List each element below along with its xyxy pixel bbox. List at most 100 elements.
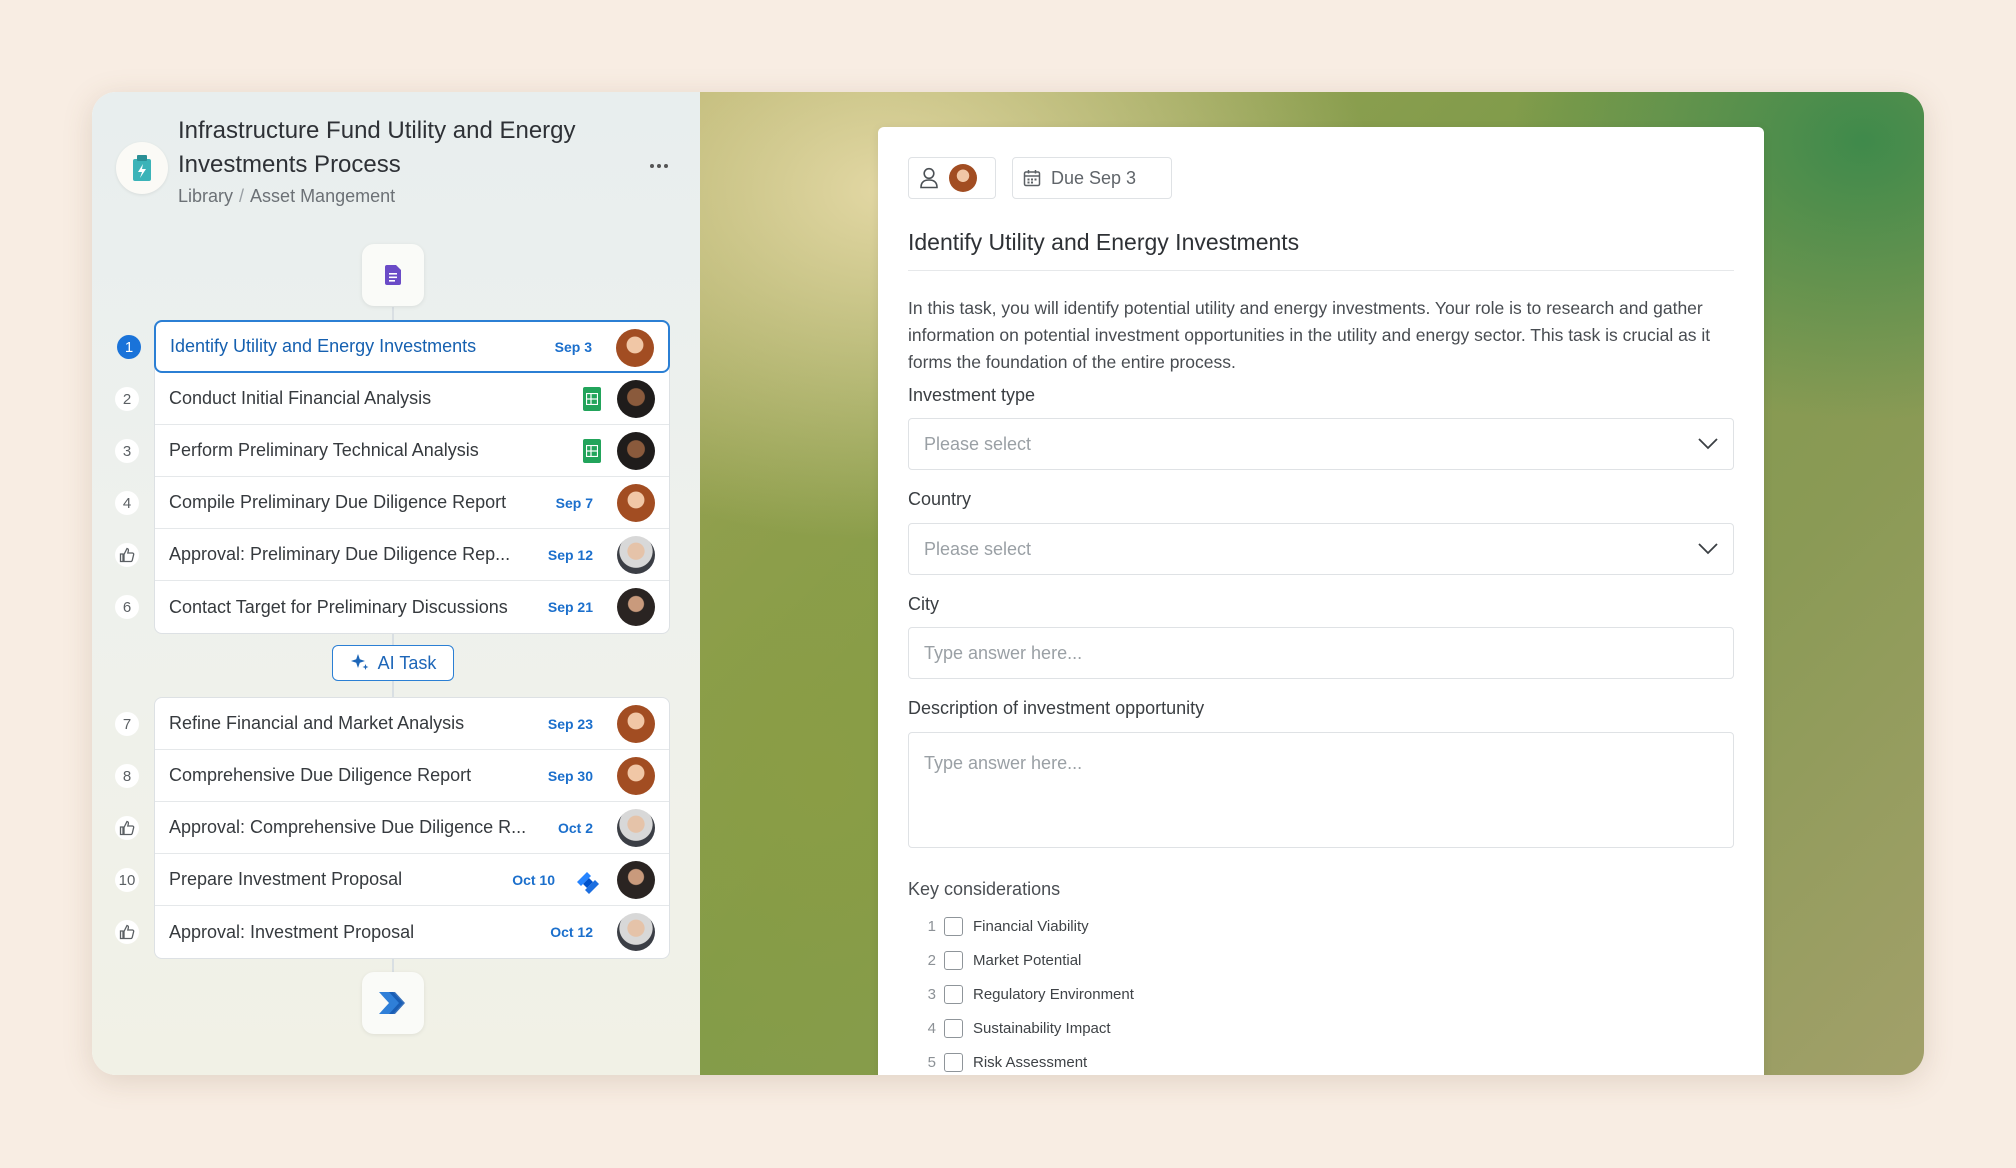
process-panel: Infrastructure Fund Utility and Energy I… — [92, 92, 700, 1075]
consideration-checkbox[interactable] — [944, 916, 963, 936]
task-label: Refine Financial and Market Analysis — [169, 713, 465, 733]
breadcrumb-asset-management[interactable]: Asset Mangement — [250, 186, 395, 206]
user-icon — [920, 167, 938, 189]
due-date-text: Due Sep 3 — [1051, 167, 1137, 188]
task-row[interactable]: 3 Perform Preliminary Technical Analysis — [115, 425, 669, 477]
task-row[interactable]: 7 Refine Financial and Market Analysis Sep… — [115, 698, 669, 750]
task-row[interactable]: 1 Identify Utility and Energy Investments… — [117, 320, 670, 373]
due-date-chip[interactable]: Due Sep 3 — [1012, 157, 1172, 199]
task-number: 10 — [115, 868, 139, 892]
task-due-date: Oct 12 — [550, 924, 593, 940]
dot-icon — [650, 164, 654, 168]
task-number: 2 — [115, 387, 139, 411]
consideration-label: Risk Assessment — [973, 1053, 1088, 1071]
task-number: 1 — [117, 335, 141, 359]
dot-icon — [657, 164, 661, 168]
task-row[interactable]: Approval: Comprehensive Due Diligence R.… — [115, 802, 669, 854]
consideration-checkbox[interactable] — [944, 1052, 963, 1072]
consideration-checkbox[interactable] — [944, 950, 963, 970]
task-list-group-2: 7 Refine Financial and Market Analysis Sep… — [115, 697, 670, 959]
jira-icon — [573, 866, 603, 896]
consideration-number: 1 — [927, 917, 936, 935]
task-row[interactable]: 8 Comprehensive Due Diligence Report Sep 3… — [115, 750, 669, 802]
consideration-number: 2 — [927, 951, 936, 969]
task-due-date: Sep 30 — [547, 767, 593, 784]
task-number: 4 — [115, 491, 139, 515]
chevron-down-icon — [1698, 543, 1718, 555]
description-label: Description of investment opportunity — [908, 698, 1205, 718]
task-label: Approval: Preliminary Due Diligence Rep.… — [169, 544, 511, 564]
breadcrumb-separator: / — [239, 186, 245, 206]
task-label: Comprehensive Due Diligence Report — [169, 765, 472, 785]
consideration-item: 1 Financial Viability — [908, 909, 1134, 943]
consideration-item: 5 Risk Assessment — [908, 1045, 1134, 1075]
consideration-checkbox[interactable] — [944, 984, 963, 1004]
country-placeholder: Please select — [924, 538, 1032, 559]
assignee-avatar[interactable] — [616, 329, 654, 367]
task-detail-background: Due Sep 3 Identify Utility and Energy In… — [700, 92, 1924, 1075]
task-title: Identify Utility and Energy Investments — [908, 229, 1734, 271]
consideration-item: 2 Market Potential — [908, 943, 1134, 977]
task-number: 3 — [115, 439, 139, 463]
task-row[interactable]: Approval: Preliminary Due Diligence Rep.… — [115, 529, 669, 581]
task-form-card: Due Sep 3 Identify Utility and Energy In… — [878, 127, 1764, 1075]
task-row[interactable]: Approval: Investment Proposal Oct 12 — [115, 906, 669, 958]
thumbs-up-icon — [115, 816, 139, 840]
assignee-avatar[interactable] — [617, 913, 655, 951]
consideration-label: Financial Viability — [973, 917, 1089, 935]
automation-node[interactable] — [362, 972, 424, 1034]
thumbs-up-icon — [115, 543, 139, 567]
consideration-label: Sustainability Impact — [973, 1019, 1111, 1037]
process-header: Infrastructure Fund Utility and Energy I… — [116, 114, 676, 214]
description-textarea[interactable]: Type answer here... — [908, 732, 1734, 848]
assignee-avatar[interactable] — [617, 380, 655, 418]
task-label: Approval: Investment Proposal — [169, 921, 415, 942]
google-sheets-icon — [583, 439, 601, 463]
assignee-avatar[interactable] — [617, 757, 655, 795]
assignee-avatar[interactable] — [617, 861, 655, 899]
consideration-number: 3 — [927, 985, 936, 1003]
task-row[interactable]: 6 Contact Target for Preliminary Discussi… — [115, 581, 669, 633]
google-sheets-icon — [583, 387, 601, 411]
investment-type-select[interactable]: Please select — [908, 418, 1734, 470]
city-label: City — [908, 594, 939, 614]
key-considerations-label: Key considerations — [908, 879, 1061, 899]
assignee-avatar[interactable] — [617, 484, 655, 522]
task-row[interactable]: 10 Prepare Investment Proposal Oct 10 — [115, 854, 669, 906]
assignee-avatar[interactable] — [617, 536, 655, 574]
assignee-chip[interactable] — [908, 157, 996, 199]
task-number: 8 — [115, 764, 139, 788]
more-options-button[interactable] — [642, 154, 676, 178]
task-label: Prepare Investment Proposal — [169, 869, 403, 889]
assignee-avatar — [949, 164, 977, 192]
task-due-date: Oct 10 — [512, 871, 555, 888]
task-label: Conduct Initial Financial Analysis — [169, 388, 432, 408]
process-logo-icon — [116, 142, 168, 194]
country-select[interactable]: Please select — [908, 523, 1734, 575]
app-window: Infrastructure Fund Utility and Energy I… — [92, 92, 1924, 1075]
task-label: Perform Preliminary Technical Analysis — [169, 440, 479, 460]
task-description: In this task, you will identify potentia… — [908, 298, 1711, 372]
task-due-date: Oct 2 — [557, 819, 593, 836]
consideration-item: 4 Sustainability Impact — [908, 1011, 1134, 1045]
calendar-icon — [1023, 170, 1041, 187]
process-title: Infrastructure Fund Utility and Energy I… — [178, 117, 576, 178]
start-form-node[interactable] — [362, 244, 424, 306]
assignee-avatar[interactable] — [617, 809, 655, 847]
chevron-down-icon — [1698, 438, 1718, 450]
task-due-date: Sep 3 — [554, 338, 592, 355]
dot-icon — [664, 164, 668, 168]
task-due-date: Sep 7 — [555, 494, 593, 511]
consideration-label: Market Potential — [973, 951, 1082, 969]
task-due-date: Sep 12 — [547, 546, 593, 563]
city-input[interactable]: Type answer here... — [908, 627, 1734, 679]
ai-task-button[interactable]: AI Task — [332, 645, 454, 681]
assignee-avatar[interactable] — [617, 705, 655, 743]
assignee-avatar[interactable] — [617, 432, 655, 470]
assignee-avatar[interactable] — [617, 588, 655, 626]
power-automate-icon — [379, 992, 405, 1014]
breadcrumb-library[interactable]: Library — [178, 186, 233, 206]
task-row[interactable]: 2 Conduct Initial Financial Analysis — [115, 373, 669, 425]
task-row[interactable]: 4 Compile Preliminary Due Diligence Repor… — [115, 477, 669, 529]
consideration-checkbox[interactable] — [944, 1018, 963, 1038]
